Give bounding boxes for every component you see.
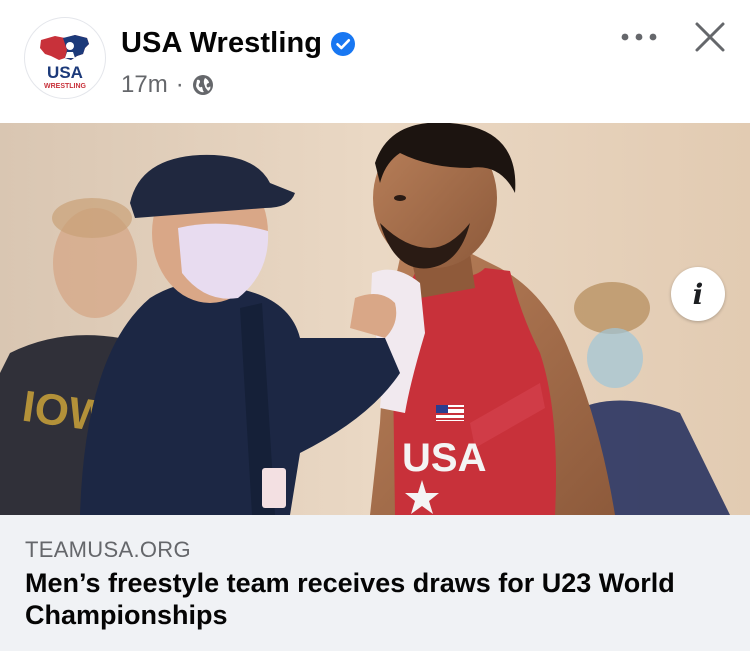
page-name-row: USA Wrestling — [121, 27, 356, 60]
more-dots-icon[interactable] — [619, 27, 659, 47]
wrestlers-photo: IOWA USA — [0, 123, 750, 515]
link-headline[interactable]: Men’s freestyle team receives draws for … — [25, 567, 725, 631]
close-icon[interactable] — [693, 20, 727, 54]
page-avatar[interactable]: USA WRESTLING — [24, 17, 106, 99]
info-button[interactable]: i — [671, 267, 725, 321]
post-header: USA WRESTLING USA Wrestling 17m · — [0, 0, 750, 123]
usa-wrestling-logo: USA WRESTLING — [40, 35, 89, 90]
logo-text: USA — [47, 63, 83, 82]
meta-separator: · — [175, 71, 184, 98]
post-timestamp[interactable]: 17m — [121, 71, 168, 99]
page-name[interactable]: USA Wrestling — [121, 27, 322, 60]
singlet-text: USA — [402, 436, 486, 480]
link-preview[interactable]: TEAMUSA.ORG Men’s freestyle team receive… — [0, 515, 750, 651]
link-domain: TEAMUSA.ORG — [25, 537, 191, 562]
globe-icon[interactable] — [192, 74, 214, 96]
logo-subtext: WRESTLING — [44, 83, 87, 90]
verified-icon — [331, 31, 356, 56]
feed-post: USA WRESTLING USA Wrestling 17m · IOWA U… — [0, 0, 750, 651]
post-meta: 17m · — [121, 71, 214, 99]
info-icon: i — [692, 277, 704, 311]
post-photo[interactable]: IOWA USA i — [0, 123, 750, 515]
